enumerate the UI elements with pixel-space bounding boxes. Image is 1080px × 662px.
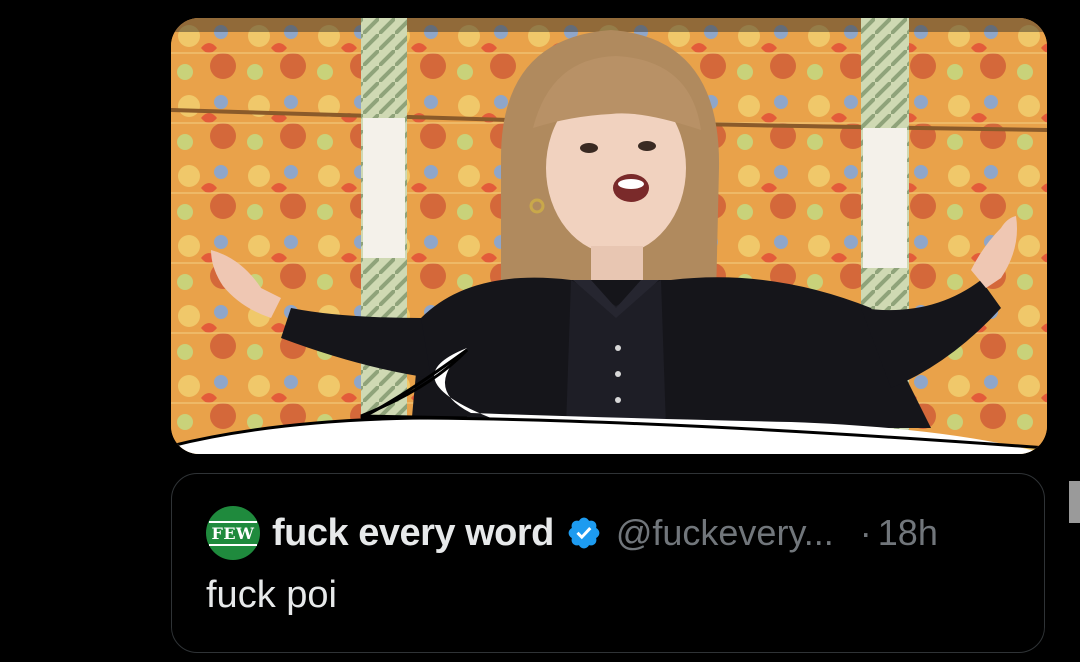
scrollbar-thumb[interactable]	[1069, 481, 1080, 523]
user-handle[interactable]: @fuckevery...	[616, 512, 834, 554]
tweet-media-image[interactable]	[171, 18, 1047, 454]
quoted-tweet-header: FEW fuck every word @fuckevery... · 18h	[206, 506, 1024, 560]
verified-badge-icon	[568, 517, 600, 549]
avatar[interactable]: FEW	[206, 506, 260, 560]
separator-dot: ·	[859, 512, 872, 553]
avatar-logo-text: FEW	[209, 520, 257, 546]
display-name[interactable]: fuck every word	[272, 512, 554, 555]
quoted-tweet-card[interactable]: FEW fuck every word @fuckevery... · 18h …	[171, 473, 1045, 653]
quoted-tweet-text: fuck poi	[206, 574, 337, 616]
timestamp[interactable]: 18h	[878, 512, 938, 554]
